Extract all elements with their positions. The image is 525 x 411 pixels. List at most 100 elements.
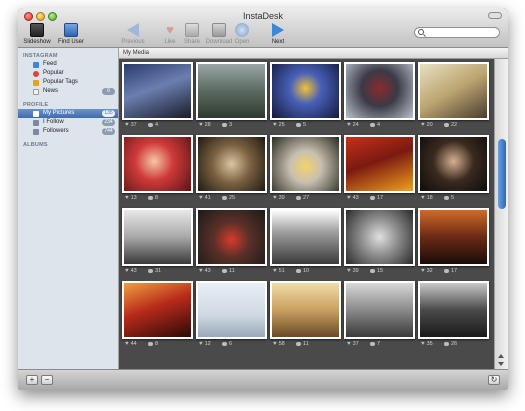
photo-thumbnail[interactable] xyxy=(122,135,193,193)
comments-count: 11 xyxy=(222,268,235,274)
photo-thumbnail[interactable] xyxy=(418,208,489,266)
photo-card[interactable]: ♥ 39 15 xyxy=(344,208,415,275)
sidebar-item-label: My Pictures xyxy=(43,110,75,116)
photo-card[interactable]: ♥ 37 4 xyxy=(122,62,193,129)
heart-icon: ♥ xyxy=(125,341,129,347)
heart-icon: ♥ xyxy=(421,195,425,201)
photo-thumbnail[interactable] xyxy=(196,135,267,193)
like-button[interactable]: ♥ Like xyxy=(158,23,182,46)
photo-thumbnail[interactable] xyxy=(418,135,489,193)
sidebar-item-my-pictures[interactable]: My Pictures 135 xyxy=(18,109,118,118)
sidebar-item-label: Followers xyxy=(43,128,69,134)
likes-count: ♥ 39 xyxy=(347,268,359,274)
likes-count: ♥ 35 xyxy=(421,341,433,347)
likes-value: 20 xyxy=(426,122,433,128)
sidebar-item-followers[interactable]: Followers 744 xyxy=(18,127,118,136)
find-user-label: Find User xyxy=(57,39,84,45)
share-button[interactable]: Share xyxy=(180,23,204,45)
scroll-down-arrow-icon[interactable] xyxy=(498,362,504,366)
heart-icon: ♥ xyxy=(421,268,425,274)
sidebar-item-popular-tags[interactable]: Popular Tags xyxy=(18,78,118,87)
photo-thumbnail[interactable] xyxy=(270,281,341,339)
photo-card[interactable]: ♥ 25 5 xyxy=(270,62,341,129)
comments-count: 8 xyxy=(148,341,158,347)
likes-value: 43 xyxy=(352,195,359,201)
sidebar-item-label: I Follow xyxy=(43,119,64,125)
search-field[interactable] xyxy=(414,27,500,38)
sidebar-section-profile: PROFILE xyxy=(23,102,49,108)
likes-count: ♥ 12 xyxy=(199,341,211,347)
photo-card[interactable]: ♥ 39 27 xyxy=(270,135,341,202)
photo-thumbnail[interactable] xyxy=(122,62,193,120)
likes-value: 39 xyxy=(352,268,359,274)
photo-card[interactable]: ♥ 58 11 xyxy=(270,281,341,348)
photo-card[interactable]: ♥ 43 17 xyxy=(344,135,415,202)
photo-card[interactable]: ♥ 12 6 xyxy=(196,281,267,348)
scrollbar-thumb[interactable] xyxy=(498,139,506,209)
download-icon xyxy=(212,23,226,37)
photo-card[interactable]: ♥ 43 31 xyxy=(122,208,193,275)
sidebar-item-i-follow[interactable]: I Follow 234 xyxy=(18,118,118,127)
photo-card[interactable]: ♥ 18 5 xyxy=(418,135,489,202)
likes-count: ♥ 44 xyxy=(125,341,137,347)
photo-thumbnail[interactable] xyxy=(270,135,341,193)
likes-value: 43 xyxy=(204,268,211,274)
photo-thumbnail[interactable] xyxy=(344,208,415,266)
heart-icon: ♥ xyxy=(273,268,277,274)
likes-value: 25 xyxy=(278,122,285,128)
photo-thumbnail[interactable] xyxy=(196,208,267,266)
vertical-scrollbar[interactable] xyxy=(494,59,508,369)
photo-thumbnail[interactable] xyxy=(344,135,415,193)
photo-card[interactable]: ♥ 51 10 xyxy=(270,208,341,275)
photo-card[interactable]: ♥ 20 22 xyxy=(418,62,489,129)
photo-thumbnail[interactable] xyxy=(344,281,415,339)
photo-card[interactable]: ♥ 24 4 xyxy=(344,62,415,129)
scroll-up-arrow-icon[interactable] xyxy=(498,354,504,358)
add-button[interactable]: + xyxy=(26,375,38,385)
photo-thumbnail[interactable] xyxy=(196,62,267,120)
photo-card[interactable]: ♥ 41 25 xyxy=(196,135,267,202)
photo-thumbnail[interactable] xyxy=(344,62,415,120)
photo-card[interactable]: ♥ 28 3 xyxy=(196,62,267,129)
photo-thumbnail[interactable] xyxy=(122,208,193,266)
photo-thumbnail[interactable] xyxy=(122,281,193,339)
photo-card[interactable]: ♥ 13 8 xyxy=(122,135,193,202)
heart-icon: ♥ xyxy=(125,195,129,201)
likes-count: ♥ 58 xyxy=(273,341,285,347)
sidebar-item-news[interactable]: News 0 xyxy=(18,87,118,96)
photo-card[interactable]: ♥ 44 8 xyxy=(122,281,193,348)
toolbar: InstaDesk Slideshow Find User Previous ♥… xyxy=(18,8,508,48)
photo-stats: ♥ 18 5 xyxy=(418,193,489,202)
refresh-button[interactable]: ↻ xyxy=(488,375,500,385)
photo-card[interactable]: ♥ 32 17 xyxy=(418,208,489,275)
open-button[interactable]: Open xyxy=(228,23,256,45)
photo-card[interactable]: ♥ 43 11 xyxy=(196,208,267,275)
likes-count: ♥ 43 xyxy=(125,268,137,274)
remove-button[interactable]: − xyxy=(41,375,53,385)
photo-thumbnail[interactable] xyxy=(196,281,267,339)
sidebar: INSTAGRAM Feed Popular Popular Tags News… xyxy=(18,48,119,369)
photo-thumbnail[interactable] xyxy=(418,62,489,120)
likes-value: 32 xyxy=(426,268,433,274)
comment-icon xyxy=(222,195,227,200)
news-icon xyxy=(33,89,39,95)
likes-count: ♥ 25 xyxy=(273,122,285,128)
sidebar-item-popular[interactable]: Popular xyxy=(18,69,118,78)
next-button[interactable]: Next xyxy=(261,23,295,45)
photo-card[interactable]: ♥ 37 7 xyxy=(344,281,415,348)
toolbar-toggle-button[interactable] xyxy=(488,12,502,19)
photo-stats: ♥ 41 25 xyxy=(196,193,267,202)
sidebar-item-feed[interactable]: Feed xyxy=(18,60,118,69)
heart-icon: ♥ xyxy=(273,122,277,128)
photo-thumbnail[interactable] xyxy=(418,281,489,339)
find-user-button[interactable]: Find User xyxy=(54,23,88,45)
photo-card[interactable]: ♥ 35 26 xyxy=(418,281,489,348)
next-arrow-icon xyxy=(272,23,284,37)
photo-thumbnail[interactable] xyxy=(270,208,341,266)
slideshow-button[interactable]: Slideshow xyxy=(20,23,54,45)
likes-value: 41 xyxy=(204,195,211,201)
comment-icon xyxy=(444,268,449,273)
photo-thumbnail[interactable] xyxy=(270,62,341,120)
search-input[interactable] xyxy=(426,28,496,37)
previous-button[interactable]: Previous xyxy=(116,23,150,45)
